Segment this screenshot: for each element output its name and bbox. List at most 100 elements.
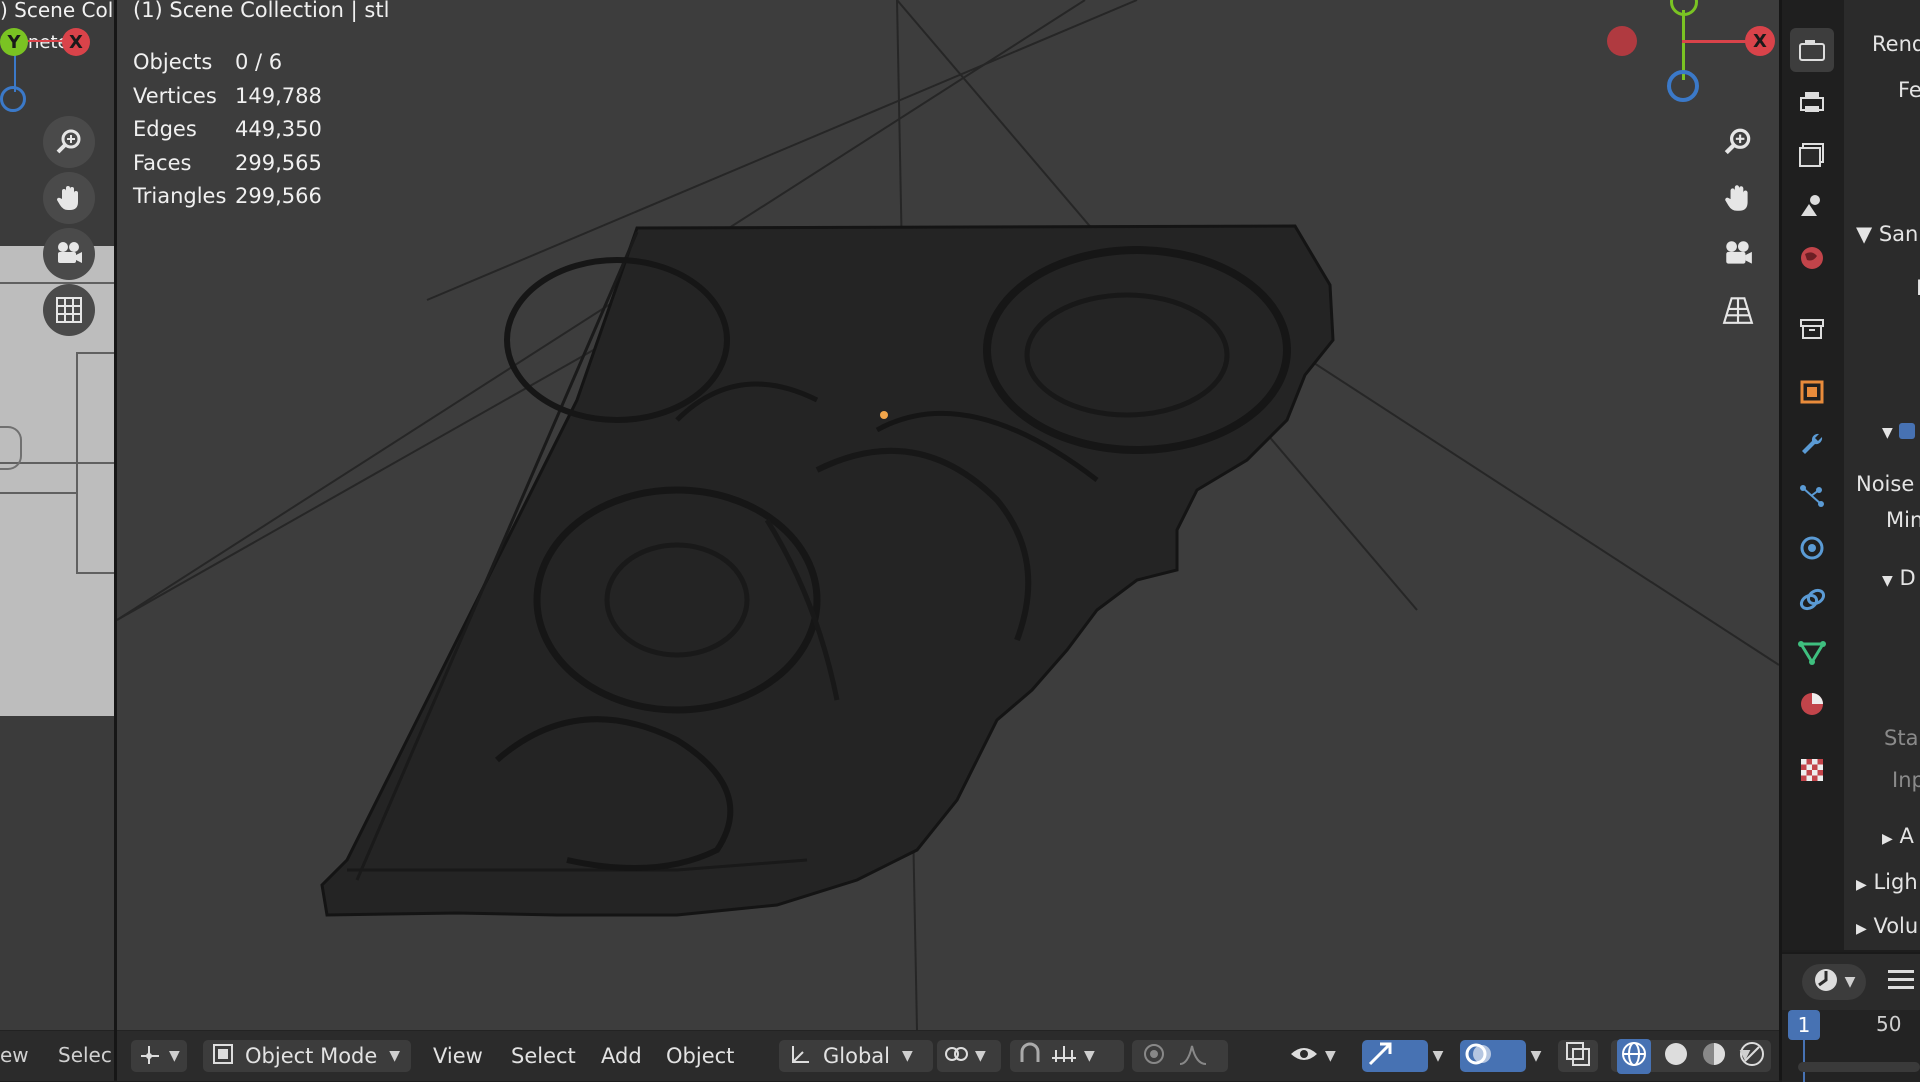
gizmo-x-ball[interactable]: X — [1745, 26, 1775, 56]
axis-x-ball[interactable]: X — [62, 28, 90, 56]
gizmo-neg-x-ball[interactable] — [1607, 26, 1637, 56]
particles-tab-icon[interactable] — [1790, 474, 1834, 518]
sampling-panel-header[interactable]: ▼ San — [1856, 222, 1918, 246]
axis-y-ball[interactable]: Y — [0, 28, 28, 56]
expand-arrow-icon: ▶ — [1882, 831, 1893, 847]
timeline-area[interactable]: ▼ 1 50 — [1782, 952, 1920, 1082]
left-viewport[interactable]: ) Scene Col nete Y X — [0, 0, 114, 1080]
left-select-menu[interactable]: Selec — [58, 1043, 112, 1067]
axis-z-ball[interactable] — [0, 86, 26, 112]
transform-orientation-dropdown[interactable]: Global ▼ — [779, 1040, 933, 1072]
advanced-subpanel-header[interactable]: ▶ A — [1882, 824, 1914, 848]
eye-icon — [1289, 1042, 1319, 1071]
physics-tab-icon[interactable] — [1790, 526, 1834, 570]
left-view-menu[interactable]: ew — [0, 1043, 29, 1067]
pan-hand-icon[interactable] — [1712, 172, 1764, 224]
snap-increment-icon — [1050, 1042, 1078, 1071]
mode-selector[interactable]: Object Mode ▼ — [203, 1040, 411, 1072]
collapse-arrow-icon: ▼ — [1882, 573, 1893, 589]
collapse-arrow-icon: ▼ — [1856, 222, 1873, 246]
collection-tab-icon[interactable] — [1790, 306, 1834, 350]
gizmo-options-dropdown[interactable]: ▼ — [1424, 1040, 1452, 1072]
current-frame-indicator[interactable]: 1 — [1788, 1010, 1820, 1040]
volumes-panel-header[interactable]: ▶ Volu — [1856, 914, 1918, 938]
editor-type-button[interactable]: ▼ — [131, 1040, 187, 1072]
overlays-options-dropdown[interactable]: ▼ — [1522, 1040, 1550, 1072]
material-tab-icon[interactable] — [1790, 682, 1834, 726]
chevron-down-icon: ▼ — [1739, 1047, 1751, 1063]
denoise-subpanel-header[interactable]: ▼ D — [1882, 566, 1916, 590]
proportional-icon — [1142, 1042, 1166, 1071]
chevron-down-icon: ▼ — [169, 1048, 180, 1064]
menu-select[interactable]: Select — [511, 1040, 576, 1072]
playback-dropdown[interactable]: ▼ — [1802, 964, 1866, 1000]
light-paths-panel-header[interactable]: ▶ Ligh — [1856, 870, 1918, 894]
timeline-scrollbar[interactable] — [1798, 1062, 1920, 1072]
transform-gizmo-icon — [137, 1042, 163, 1071]
object-visibility-dropdown[interactable]: ▼ — [1289, 1040, 1349, 1072]
proportional-editing[interactable] — [1132, 1040, 1228, 1072]
menu-add[interactable]: Add — [601, 1040, 642, 1072]
left-viewport-title: ) Scene Col — [0, 0, 114, 22]
gizmo-z-ball[interactable] — [1667, 70, 1699, 102]
modifier-wrench-icon[interactable] — [1790, 422, 1834, 466]
shading-options-dropdown[interactable]: ▼ — [1730, 1039, 1760, 1071]
viewport-header: ▼ Object Mode ▼ View Select Add Object Gl… — [117, 1030, 1779, 1081]
view-layer-tab-icon[interactable] — [1790, 132, 1834, 176]
3d-viewport[interactable]: (1) Scene Collection | stl Objects 0 / 6 … — [117, 0, 1779, 1080]
render-tab-icon[interactable] — [1790, 28, 1834, 72]
expand-arrow-icon: ▶ — [1856, 921, 1867, 937]
object-tab-icon[interactable] — [1790, 370, 1834, 414]
output-tab-icon[interactable] — [1790, 80, 1834, 124]
menu-view[interactable]: View — [433, 1040, 483, 1072]
solid-shading-icon[interactable] — [1663, 1041, 1689, 1072]
constraints-tab-icon[interactable] — [1790, 578, 1834, 622]
object-data-mesh-icon[interactable] — [1790, 630, 1834, 674]
properties-tab-bar — [1782, 0, 1844, 950]
chevron-down-icon: ▼ — [1084, 1048, 1095, 1064]
grid-icon[interactable] — [43, 284, 95, 336]
texture-tab-icon[interactable] — [1790, 748, 1834, 792]
hamburger-menu-icon[interactable] — [1886, 966, 1916, 998]
zoom-icon[interactable] — [43, 116, 95, 168]
checkbox-checked[interactable] — [1899, 423, 1916, 439]
chevron-down-icon: ▼ — [389, 1048, 401, 1064]
pan-hand-icon[interactable] — [43, 172, 95, 224]
chevron-down-icon: ▼ — [1844, 974, 1856, 990]
orientation-label: Global — [823, 1044, 890, 1068]
expand-arrow-icon: ▶ — [1856, 877, 1867, 893]
render-engine-label: Rend — [1872, 32, 1920, 56]
pivot-point-dropdown[interactable]: ▼ — [937, 1040, 1001, 1072]
properties-panel[interactable]: Rend Fe ▼ San I ▼ Noise T Min ▼ D Star I… — [1844, 0, 1920, 950]
gizmo-toggle[interactable] — [1362, 1040, 1428, 1072]
magnet-icon — [1016, 1042, 1044, 1071]
chevron-down-icon: ▼ — [975, 1048, 986, 1064]
wireframe-shading-icon[interactable] — [1617, 1038, 1651, 1074]
stat-row: Faces 299,565 — [133, 150, 322, 175]
camera-icon[interactable] — [43, 228, 95, 280]
world-tab-icon[interactable] — [1790, 236, 1834, 280]
start-sample-label: Star — [1884, 726, 1920, 750]
object-origin — [880, 411, 888, 419]
mode-label: Object Mode — [245, 1044, 378, 1068]
material-shading-icon[interactable] — [1701, 1041, 1727, 1072]
subpanel-header[interactable]: ▼ — [1882, 418, 1916, 442]
perspective-grid-icon[interactable] — [1712, 284, 1764, 336]
viewport-scene — [117, 0, 1779, 1030]
pivot-icon — [943, 1042, 969, 1071]
playhead-line — [1803, 1040, 1805, 1082]
input-label: Inp — [1892, 768, 1920, 792]
zoom-icon[interactable] — [1712, 116, 1764, 168]
camera-icon[interactable] — [1712, 228, 1764, 280]
stat-row: Triangles 299,566 — [133, 184, 322, 208]
scene-tab-icon[interactable] — [1790, 184, 1834, 228]
snapping-controls[interactable]: ▼ — [1010, 1040, 1124, 1072]
min-samples-label: Min — [1886, 508, 1920, 532]
menu-object[interactable]: Object — [666, 1040, 734, 1072]
clock-icon — [1813, 967, 1839, 997]
xray-toggle[interactable] — [1558, 1040, 1598, 1072]
collapse-arrow-icon: ▼ — [1882, 425, 1893, 441]
overlays-toggle[interactable] — [1460, 1040, 1526, 1072]
stat-row: Vertices 149,788 — [133, 83, 322, 108]
frame-number-label: 50 — [1876, 1012, 1902, 1036]
